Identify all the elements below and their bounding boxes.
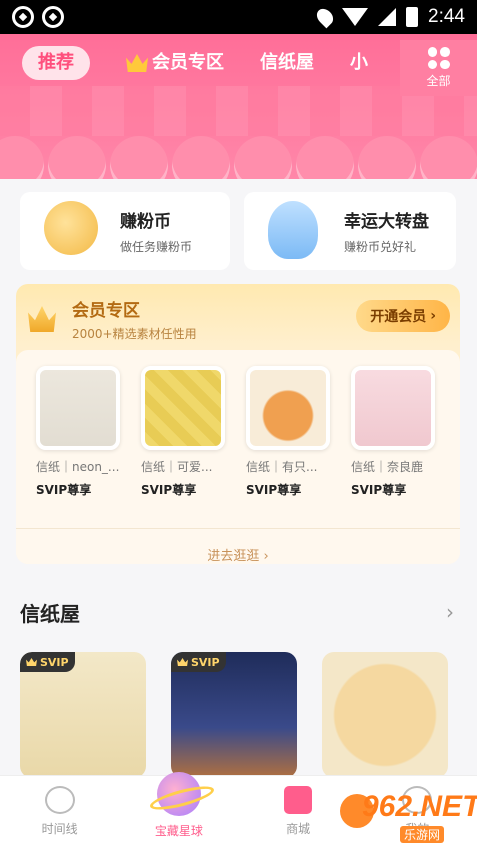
crown-icon <box>126 54 148 72</box>
site-watermark: 962.NET 乐游网 <box>340 790 477 843</box>
svip-badge: SVIP <box>20 652 75 672</box>
status-time: 2:44 <box>428 6 465 27</box>
battery-icon <box>406 7 419 27</box>
browse-more-link[interactable]: 进去逛逛 › <box>16 528 460 564</box>
promo-title: 赚粉币 <box>120 212 171 232</box>
vip-zone-section: 会员专区 2000+精选素材任性用 开通会员 › 信纸｜neon_... SVIP… <box>16 284 460 564</box>
vip-thumbnail <box>351 366 435 450</box>
notification-icon <box>12 6 34 28</box>
promo-subtitle: 做任务赚粉币 <box>120 240 193 254</box>
grid-icon <box>427 47 450 69</box>
section-title: 信纸屋 <box>20 602 80 626</box>
awning-scallops <box>0 136 477 179</box>
promo-subtitle: 赚粉币兑好礼 <box>344 240 417 254</box>
promo-title: 幸运大转盘 <box>344 212 429 232</box>
vip-title: 会员专区 <box>72 301 140 321</box>
vip-item[interactable]: 信纸｜有只... SVIP尊享 <box>246 366 334 498</box>
crown-icon <box>26 658 37 666</box>
tab-recommend[interactable]: 推荐 <box>22 46 90 80</box>
coin-icon <box>44 201 98 255</box>
tab-more[interactable]: 小 <box>350 46 374 80</box>
category-tabs: 推荐 会员专区 信纸屋 小 <box>22 46 374 80</box>
vip-item[interactable]: 信纸｜可爱... SVIP尊享 <box>141 366 229 498</box>
tab-letter-house[interactable]: 信纸屋 <box>260 46 314 80</box>
open-vip-button[interactable]: 开通会员 › <box>356 300 450 332</box>
location-icon <box>313 5 337 29</box>
signal-icon <box>378 8 397 26</box>
vip-thumbnail <box>246 366 330 450</box>
svip-badge: SVIP <box>171 652 226 672</box>
wifi-icon <box>342 8 369 26</box>
vip-item[interactable]: 信纸｜neon_... SVIP尊享 <box>36 366 124 498</box>
fan-icon <box>268 201 318 259</box>
letter-paper-card[interactable] <box>322 652 448 778</box>
chevron-right-icon: › <box>430 308 436 324</box>
tab-vip-zone[interactable]: 会员专区 <box>126 46 224 80</box>
vip-thumbnail <box>141 366 225 450</box>
vip-thumbnail <box>36 366 120 450</box>
all-categories-button[interactable]: 全部 <box>400 40 477 96</box>
notification-icon <box>42 6 64 28</box>
nav-treasure-planet[interactable]: 宝藏星球 <box>119 772 238 848</box>
crown-icon <box>177 658 188 666</box>
vip-subtitle: 2000+精选素材任性用 <box>72 327 197 341</box>
chevron-right-icon[interactable]: › <box>446 600 454 624</box>
earn-coins-card[interactable]: 赚粉币 做任务赚粉币 <box>20 192 230 270</box>
status-bar: 2:44 <box>0 0 477 34</box>
planet-icon <box>156 772 201 816</box>
shop-icon <box>284 786 313 814</box>
heart-clock-icon <box>44 786 75 814</box>
lucky-wheel-card[interactable]: 幸运大转盘 赚粉币兑好礼 <box>244 192 456 270</box>
nav-timeline[interactable]: 时间线 <box>0 776 119 848</box>
letter-paper-card[interactable]: SVIP <box>171 652 297 778</box>
header-banner: 推荐 会员专区 信纸屋 小 全部 <box>0 34 477 179</box>
crown-icon <box>28 306 56 332</box>
letter-paper-card[interactable]: SVIP <box>20 652 146 778</box>
vip-item[interactable]: 信纸｜奈良鹿 SVIP尊享 <box>351 366 439 498</box>
